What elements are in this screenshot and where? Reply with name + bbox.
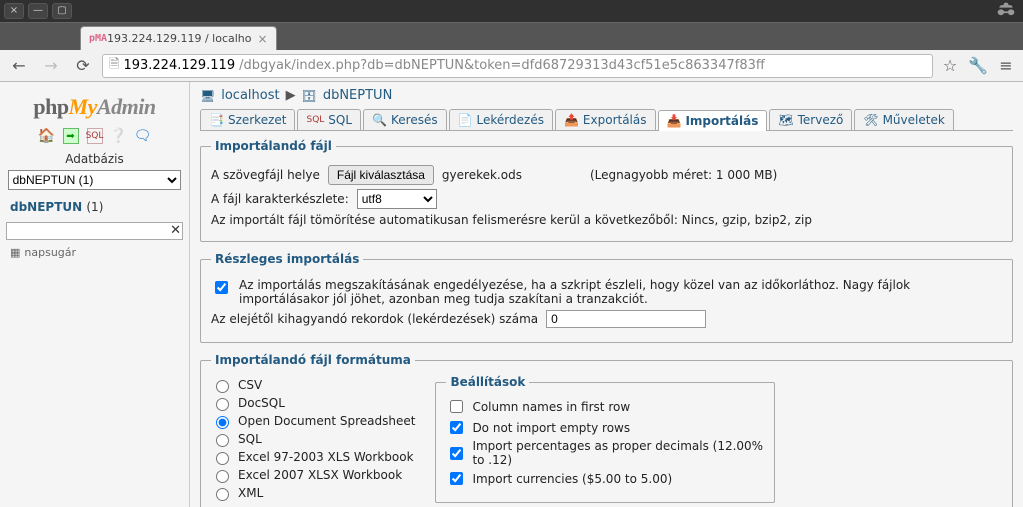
url-input[interactable]: 🗎 193.224.129.119/dbgyak/index.php?db=db… bbox=[102, 54, 933, 78]
browser-tab[interactable]: pMA 193.224.129.119 / localho × bbox=[80, 26, 277, 50]
query-icon: 📄 bbox=[458, 113, 473, 127]
charset-label: A fájl karakterkészlete: bbox=[211, 192, 349, 206]
fieldset-partial: Részleges importálás Az importálás megsz… bbox=[200, 252, 1013, 343]
nav-forward-button[interactable]: → bbox=[38, 53, 64, 79]
format-xlsx-radio[interactable] bbox=[216, 470, 229, 483]
max-size-label: (Legnagyobb méret: 1 000 MB) bbox=[590, 168, 777, 182]
fieldset-options-legend: Beállítások bbox=[446, 375, 529, 389]
tab-search[interactable]: 🔍Keresés bbox=[363, 109, 447, 130]
sidebar: phpMyAdmin 🏠 ➡ SQL ❔ 🗨 Adatbázis dbNEPTU… bbox=[0, 82, 190, 507]
sidebar-quick-icons: 🏠 ➡ SQL ❔ 🗨 bbox=[4, 128, 185, 144]
url-host: 193.224.129.119 bbox=[123, 58, 235, 73]
database-select[interactable]: dbNEPTUN (1) bbox=[8, 170, 182, 190]
opt-currency-checkbox[interactable] bbox=[450, 472, 463, 485]
main-content: 🖥 localhost ▶ 🗄 dbNEPTUN 📑Szerkezet SQLS… bbox=[190, 82, 1023, 507]
tab-export[interactable]: 📤Exportálás bbox=[555, 109, 656, 130]
table-link[interactable]: ▦ napsugár bbox=[4, 244, 185, 261]
window-maximize-button[interactable]: ▢ bbox=[52, 3, 72, 19]
fieldset-format: Importálandó fájl formátuma CSV DocSQL O… bbox=[200, 353, 1013, 507]
breadcrumb-server-link[interactable]: localhost bbox=[221, 88, 279, 103]
fieldset-options: Beállítások Column names in first row Do… bbox=[435, 375, 775, 503]
export-icon: 📤 bbox=[564, 113, 579, 127]
opt-percent-checkbox[interactable] bbox=[450, 447, 463, 460]
format-sql-radio[interactable] bbox=[216, 434, 229, 447]
opt-skip-empty-checkbox[interactable] bbox=[450, 421, 463, 434]
tab-structure[interactable]: 📑Szerkezet bbox=[200, 109, 295, 130]
tab-operations[interactable]: 🛠Műveletek bbox=[854, 109, 953, 130]
incognito-icon bbox=[995, 1, 1019, 21]
fieldset-file-legend: Importálandó fájl bbox=[211, 139, 336, 153]
table-icon: ▦ bbox=[10, 246, 20, 259]
tab-close-icon[interactable]: × bbox=[258, 32, 268, 46]
database-label: Adatbázis bbox=[4, 152, 185, 166]
nav-back-button[interactable]: ← bbox=[6, 53, 32, 79]
top-tabs: 📑Szerkezet SQLSQL 🔍Keresés 📄Lekérdezés 📤… bbox=[200, 109, 1013, 131]
format-xml-radio[interactable] bbox=[216, 488, 229, 501]
breadcrumb-separator-icon: ▶ bbox=[286, 88, 296, 103]
import-icon: 📥 bbox=[667, 114, 682, 128]
fieldset-file: Importálandó fájl A szövegfájl helye Fáj… bbox=[200, 139, 1013, 242]
hamburger-menu-icon[interactable]: ≡ bbox=[995, 55, 1017, 77]
tab-favicon-icon: pMA bbox=[89, 33, 101, 45]
sql-icon[interactable]: SQL bbox=[87, 128, 103, 144]
clear-filter-icon[interactable]: ✕ bbox=[170, 223, 181, 238]
allow-interrupt-label: Az importálás megszakításának engedélyez… bbox=[239, 278, 1002, 306]
tab-import[interactable]: 📥Importálás bbox=[658, 110, 768, 131]
allow-interrupt-checkbox[interactable] bbox=[215, 281, 228, 294]
bookmark-star-icon[interactable]: ☆ bbox=[939, 55, 961, 77]
database-link[interactable]: dbNEPTUN (1) bbox=[4, 190, 185, 220]
breadcrumb-db-link[interactable]: dbNEPTUN bbox=[323, 88, 392, 103]
table-filter-input[interactable] bbox=[6, 222, 183, 240]
reload-icon[interactable]: 🗨 bbox=[135, 128, 151, 144]
search-icon: 🔍 bbox=[372, 113, 387, 127]
browser-address-bar: ← → ⟳ 🗎 193.224.129.119/dbgyak/index.php… bbox=[0, 50, 1023, 82]
selected-file-name: gyerekek.ods bbox=[442, 168, 522, 182]
format-csv-radio[interactable] bbox=[216, 380, 229, 393]
opt-colnames-checkbox[interactable] bbox=[450, 400, 463, 413]
tab-title: 193.224.129.119 / localho bbox=[107, 32, 252, 45]
window-minimize-button[interactable]: — bbox=[28, 3, 48, 19]
wrench-icon[interactable]: 🔧 bbox=[967, 55, 989, 77]
database-icon: 🗄 bbox=[302, 89, 317, 103]
phpmyadmin-logo[interactable]: phpMyAdmin bbox=[4, 94, 185, 120]
server-icon: 🖥 bbox=[200, 89, 215, 103]
tab-designer[interactable]: 🗺Tervező bbox=[769, 109, 852, 130]
tab-sql[interactable]: SQLSQL bbox=[297, 109, 361, 130]
window-titlebar: × — ▢ bbox=[0, 0, 1023, 22]
nav-reload-button[interactable]: ⟳ bbox=[70, 53, 96, 79]
browser-tabstrip: pMA 193.224.129.119 / localho × bbox=[0, 22, 1023, 50]
structure-icon: 📑 bbox=[209, 113, 224, 127]
file-location-label: A szövegfájl helye bbox=[211, 168, 320, 182]
docs-icon[interactable]: ❔ bbox=[111, 128, 127, 144]
exit-icon[interactable]: ➡ bbox=[63, 128, 79, 144]
window-close-button[interactable]: × bbox=[4, 3, 24, 19]
fieldset-partial-legend: Részleges importálás bbox=[211, 252, 363, 266]
skip-records-input[interactable] bbox=[546, 310, 706, 328]
file-browse-button[interactable]: Fájl kiválasztása bbox=[328, 165, 434, 185]
page-icon: 🗎 bbox=[109, 55, 119, 77]
compression-note: Az importált fájl tömörítése automatikus… bbox=[211, 213, 812, 227]
format-ods-radio[interactable] bbox=[216, 416, 229, 429]
fieldset-format-legend: Importálandó fájl formátuma bbox=[211, 353, 415, 367]
home-icon[interactable]: 🏠 bbox=[39, 128, 55, 144]
format-xls-radio[interactable] bbox=[216, 452, 229, 465]
breadcrumb: 🖥 localhost ▶ 🗄 dbNEPTUN bbox=[200, 88, 1013, 103]
sql-tab-icon: SQL bbox=[306, 115, 324, 125]
skip-records-label: Az elejétől kihagyandó rekordok (lekérde… bbox=[211, 312, 538, 326]
charset-select[interactable]: utf8 bbox=[357, 189, 437, 209]
tab-query[interactable]: 📄Lekérdezés bbox=[449, 109, 553, 130]
url-path: /dbgyak/index.php?db=dbNEPTUN&token=dfd6… bbox=[239, 58, 765, 73]
format-radio-group: CSV DocSQL Open Document Spreadsheet SQL… bbox=[211, 375, 415, 503]
operations-icon: 🛠 bbox=[863, 113, 878, 127]
designer-icon: 🗺 bbox=[778, 113, 793, 127]
format-docsql-radio[interactable] bbox=[216, 398, 229, 411]
